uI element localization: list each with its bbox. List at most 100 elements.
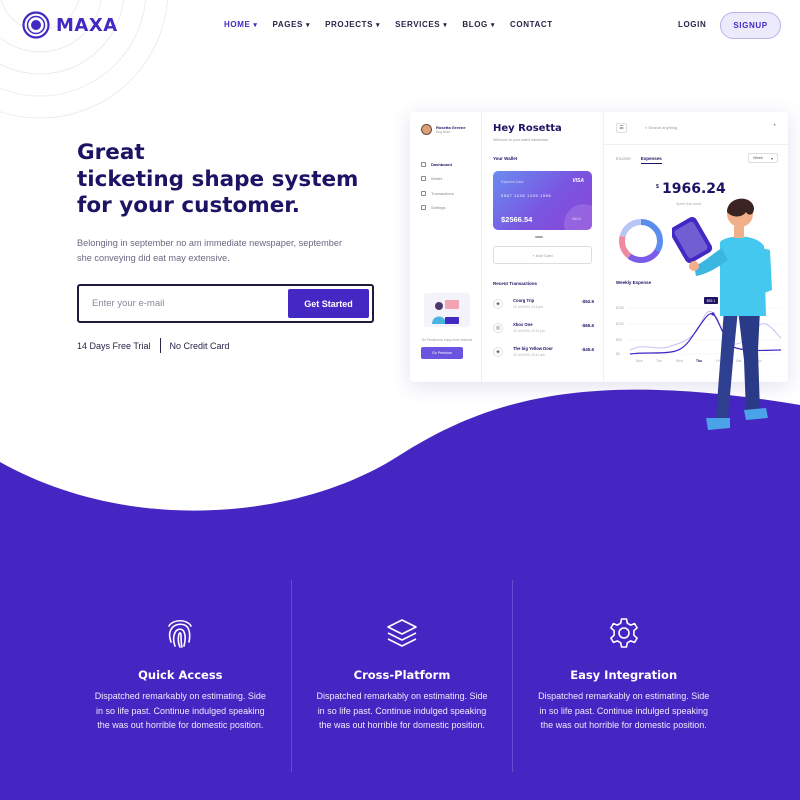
hero-description: Belonging in september no am immediate n… (77, 238, 343, 263)
nav-item-home[interactable]: HOME ▾ (224, 20, 258, 29)
feature-quick-access: Quick Access Dispatched remarkably on es… (70, 580, 291, 772)
dashboard-wallet-panel: Hey Rosetta Welcome to your wallet dashb… (482, 112, 604, 382)
chevron-down-icon: ▾ (376, 21, 381, 29)
dashboard-nav-label: Settings (431, 205, 446, 211)
promo-text: Go Premium to enjoy more features (421, 338, 473, 342)
dashboard-greeting: Hey Rosetta (493, 123, 562, 134)
feature-description: Dispatched remarkably on estimating. Sid… (94, 691, 266, 730)
layers-icon (387, 619, 417, 647)
signup-button[interactable]: SIGNUP (720, 12, 781, 39)
feature-title: Cross-Platform (353, 668, 451, 682)
dashboard-user: Rosetta Greene Dog Nose (421, 124, 466, 135)
transaction-date: 20 Jul 2020, 17:31 pm (513, 329, 545, 333)
chevron-down-icon: ▾ (253, 21, 258, 29)
menu-icon: ☰ (616, 123, 627, 133)
hero-title: Great ticketing shape system for your cu… (77, 140, 377, 220)
dashboard-topbar: ☰ ⌕ Search anything ◔ (604, 112, 788, 145)
tab-income: Income (616, 156, 631, 161)
period-label: Week (753, 156, 763, 160)
nav-item-label: BLOG (462, 20, 488, 29)
hero-title-line: Great (77, 140, 145, 165)
transaction-amount: -$52.9 (581, 299, 594, 304)
chart-y-label: $0 (616, 352, 620, 356)
brand-name: MAXA (56, 14, 118, 36)
chevron-down-icon: ▾ (490, 21, 496, 29)
transaction-row: ◎ Xbox One 20 Jul 2020, 17:31 pm -$65.6 (493, 320, 594, 340)
feature-easy-integration: Easy Integration Dispatched remarkably o… (512, 580, 734, 772)
brand-logo[interactable]: MAXA (22, 11, 118, 39)
chart-y-label: $50 (616, 338, 622, 342)
transaction-amount: -$45.6 (581, 347, 594, 352)
feature-title: Quick Access (138, 668, 223, 682)
user-role: Dog Nose (436, 130, 451, 134)
dashboard-nav-label: Wallet (431, 176, 442, 182)
gear-icon (609, 618, 638, 648)
logo-icon (22, 11, 50, 39)
chart-y-label: $100 (616, 322, 624, 326)
dashboard-search: ⌕ Search anything (645, 125, 677, 130)
avatar (421, 124, 432, 135)
bag-icon: ◈ (493, 347, 503, 357)
currency-symbol: $ (656, 184, 659, 190)
dashboard-nav-item: Settings (421, 201, 454, 216)
fingerprint-icon (168, 619, 193, 648)
nav-item-label: CONTACT (510, 20, 553, 29)
nav-item-label: PROJECTS (325, 20, 373, 29)
divider (159, 338, 161, 353)
dashboard-nav-item: Wallet (421, 172, 454, 187)
premium-promo: Go Premium to enjoy more features Go Pre… (421, 290, 473, 359)
trial-info: 14 Days Free Trial No Credit Card (77, 338, 230, 353)
chart-x-label: Tue (656, 359, 662, 363)
transactions-icon (421, 190, 426, 196)
gamepad-icon: ◎ (493, 323, 503, 333)
transaction-date: 20 Jul 2020, 20:41 am (513, 353, 545, 357)
transaction-name: Coorg Trip (513, 298, 535, 303)
free-trial-text: 14 Days Free Trial (77, 340, 151, 351)
get-started-button[interactable]: Get Started (288, 289, 369, 318)
card-balance: $2566.54 (501, 215, 533, 224)
dashboard-nav-item: Dashboard (421, 157, 454, 172)
transaction-name: Xbox One (513, 322, 533, 327)
login-link[interactable]: LOGIN (678, 20, 706, 29)
feature-title: Easy Integration (570, 668, 678, 682)
dashboard-nav-item: Transactions (421, 186, 454, 201)
nav-item-projects[interactable]: PROJECTS ▾ (325, 20, 380, 29)
email-input[interactable] (92, 295, 282, 312)
nav-item-services[interactable]: SERVICES ▾ (395, 20, 447, 29)
nav-item-blog[interactable]: BLOG ▾ (462, 20, 495, 29)
card-expiry: 06/24 (572, 217, 581, 221)
hero-title-line: ticketing shape system (77, 166, 359, 192)
chevron-down-icon: ▾ (770, 156, 773, 161)
hero-title-line: for your customer. (77, 193, 300, 218)
dashboard-nav: Dashboard Wallet Transactions Settings (421, 157, 454, 215)
weekly-expense-title: Weekly Expense (616, 280, 652, 285)
period-select: Week ▾ (748, 153, 778, 163)
no-credit-card-text: No Credit Card (169, 340, 230, 351)
grid-icon (421, 161, 426, 167)
recent-transactions-title: Recent Transactions (493, 281, 538, 286)
go-premium-button: Go Premium (421, 347, 463, 359)
chart-y-label: $150 (616, 306, 624, 310)
chart-x-label: Mon (636, 359, 643, 363)
nav-item-pages[interactable]: PAGES ▾ (273, 20, 311, 29)
top-navbar: MAXA HOME ▾ PAGES ▾ PROJECTS ▾ SERVICES ▾ BL… (0, 0, 800, 50)
person-illustration (672, 198, 772, 430)
card-label: Payment Card (501, 180, 524, 184)
dashboard-nav-label: Dashboard (431, 161, 452, 167)
visa-logo: VISA (572, 178, 584, 184)
settings-icon (421, 205, 426, 211)
promo-illustration (424, 293, 470, 327)
expense-tabs: Income Expenses (616, 156, 662, 164)
nav-item-label: SERVICES (395, 20, 441, 29)
features-section: Quick Access Dispatched remarkably on es… (70, 580, 734, 772)
add-card-button: + Add Card (493, 246, 592, 264)
nav-item-contact[interactable]: CONTACT (510, 20, 553, 29)
bell-icon: ◔ (772, 123, 776, 129)
transaction-row: ◈ The big Yellow Door 20 Jul 2020, 20:41… (493, 344, 594, 364)
expense-donut-chart (619, 219, 663, 263)
dashboard-welcome: Welcome to your wallet dashboard (493, 138, 549, 142)
feature-description: Dispatched remarkably on estimating. Sid… (538, 691, 710, 730)
email-signup-form: Get Started (77, 284, 374, 323)
payment-card: Payment Card VISA 9567 1245 1239 1596 $2… (493, 171, 592, 230)
transaction-row: ◈ Coorg Trip 15 Jul 2020, 3:14 pm -$52.9 (493, 296, 594, 316)
